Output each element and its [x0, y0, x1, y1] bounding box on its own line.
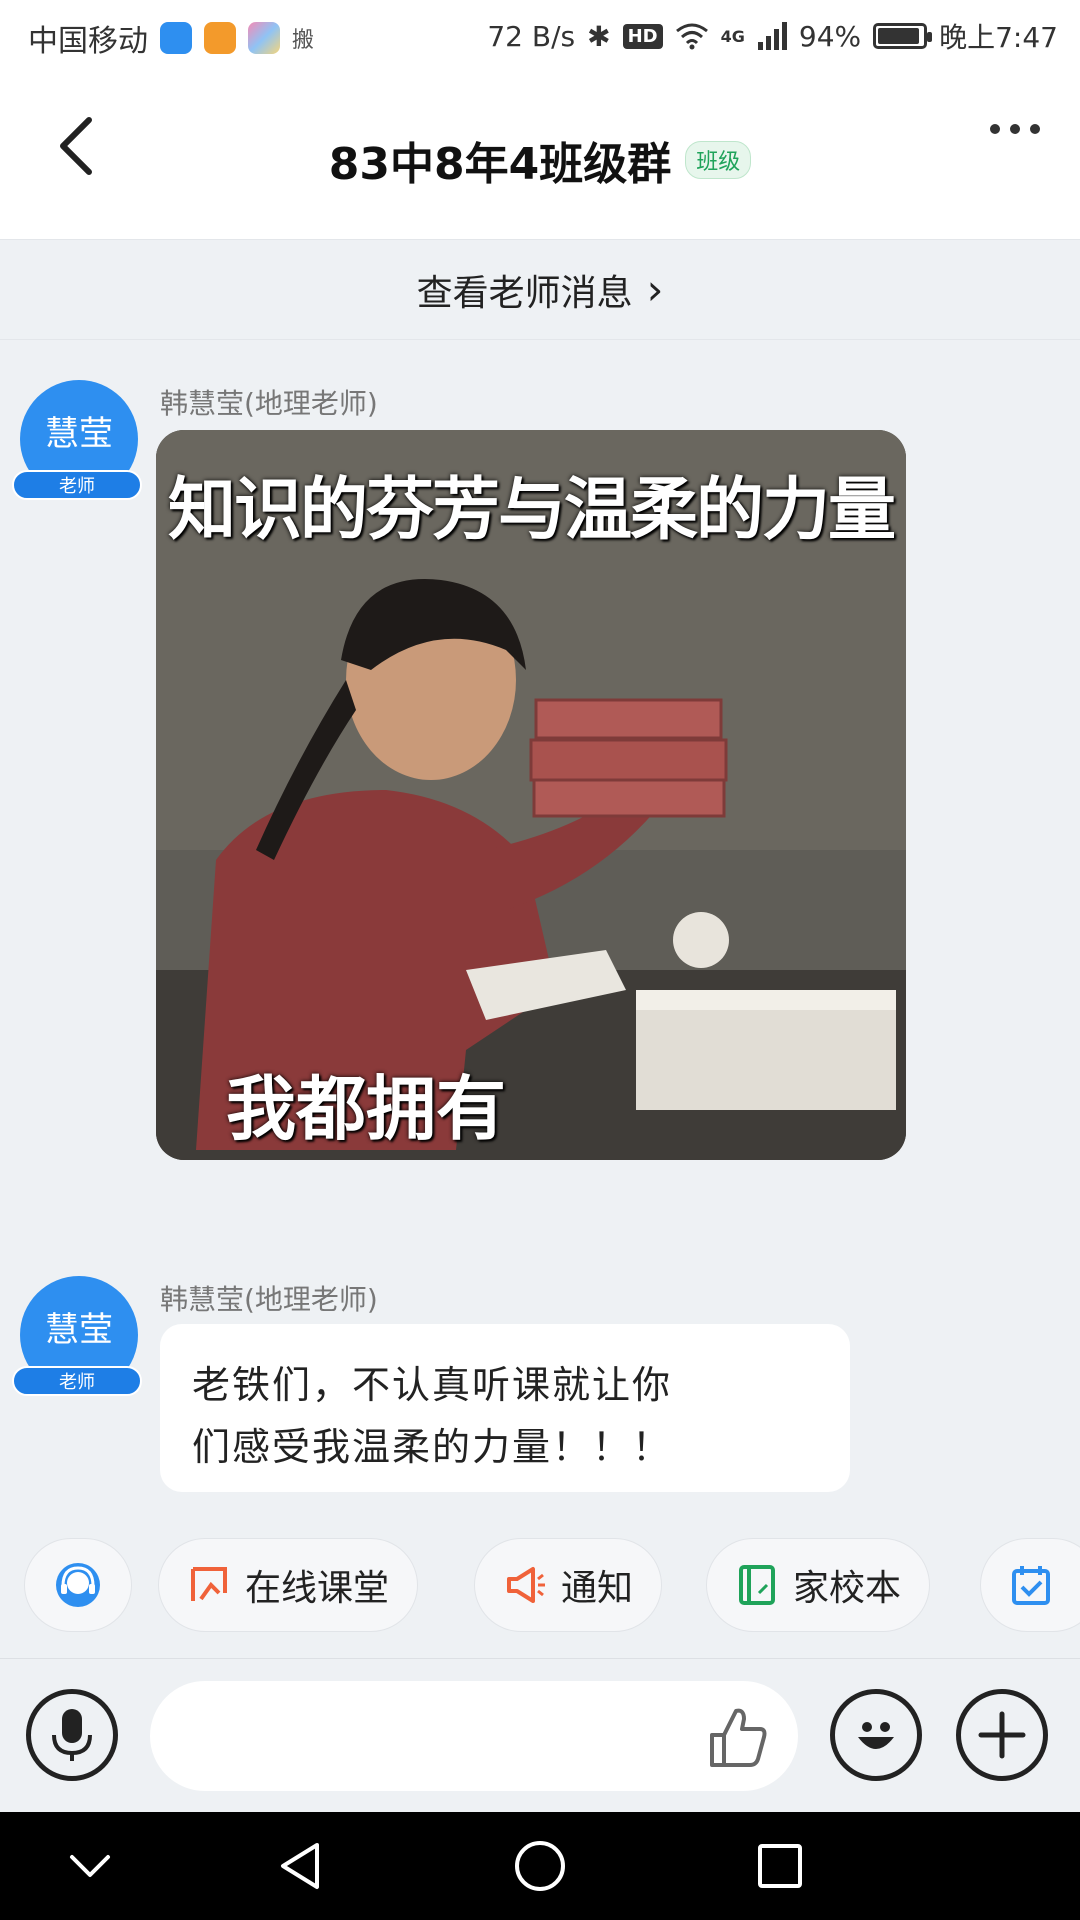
megaphone-icon: [507, 1567, 545, 1603]
message-image: 慧莹 老师 韩慧莹(地理老师) 知识的芬芳与温柔的力量 我都拥有: [0, 380, 1080, 1180]
square-recents-icon: [758, 1844, 802, 1888]
quick-action-label: 在线课堂: [245, 1568, 390, 1609]
calendar-icon: [1012, 1566, 1050, 1605]
system-nav-bar: [0, 1812, 1080, 1920]
triangle-back-icon: [281, 1843, 319, 1889]
nav-home-button[interactable]: [508, 1834, 572, 1898]
add-more-button[interactable]: [956, 1689, 1048, 1781]
chat-header: 83中8年4班级群 班级: [0, 76, 1080, 240]
sender-name: 韩慧莹(地理老师): [160, 1283, 378, 1316]
notebook-icon: [739, 1565, 775, 1605]
carrier-label: 中国移动: [28, 24, 148, 59]
hd-icon: HD: [622, 23, 663, 49]
dot-icon: [990, 124, 1000, 134]
flower-app-icon: [248, 22, 280, 54]
customer-service-button[interactable]: [24, 1538, 132, 1632]
network-type: 4G: [720, 26, 745, 46]
circle-home-icon: [515, 1841, 565, 1891]
avatar[interactable]: 慧莹 老师: [12, 1276, 142, 1398]
smiley-icon: [858, 1722, 894, 1749]
dot-icon: [1010, 124, 1020, 134]
sender-name: 韩慧莹(地理老师): [160, 387, 378, 420]
microphone-icon: [52, 1709, 92, 1761]
chevron-right-icon: ›: [646, 265, 664, 314]
message-text: 慧莹 老师 韩慧莹(地理老师) 老铁们，不认真听课就让你 们感受我温柔的力量！！…: [0, 1276, 1080, 1516]
view-teacher-messages-link[interactable]: 查看老师消息 ›: [0, 240, 1080, 340]
meme-top-caption: 知识的芬芳与温柔的力量: [167, 471, 896, 550]
quick-action-label: 家校本: [793, 1568, 902, 1609]
nav-back-button[interactable]: [268, 1834, 332, 1898]
message-input[interactable]: [180, 1701, 720, 1771]
network-speed: 72 B/s: [487, 19, 576, 53]
clock: 晚上7:47: [939, 21, 1058, 54]
battery-percent: 94%: [798, 19, 862, 53]
message-text-line: 们感受我温柔的力量！！！: [192, 1425, 673, 1469]
calendar-button[interactable]: [980, 1538, 1080, 1632]
quick-actions-bar: 在线课堂 通知 家校本: [0, 1538, 1080, 1634]
message-bubble[interactable]: 老铁们，不认真听课就让你 们感受我温柔的力量！！！: [160, 1324, 850, 1492]
online-class-icon: [191, 1567, 227, 1601]
emoji-button[interactable]: [830, 1689, 922, 1781]
chevron-down-icon: [70, 1855, 110, 1877]
notification-extra: 搬: [292, 28, 315, 53]
video-app-icon: [204, 22, 236, 54]
nav-recents-button[interactable]: [748, 1834, 812, 1898]
plus-icon: [978, 1711, 1026, 1759]
home-school-book-button[interactable]: 家校本: [706, 1538, 931, 1632]
more-options-button[interactable]: [990, 124, 1040, 134]
dot-icon: [1030, 124, 1040, 134]
input-bar: [0, 1658, 1080, 1812]
online-class-button[interactable]: 在线课堂: [158, 1538, 419, 1632]
wifi-icon: [675, 23, 708, 50]
avatar[interactable]: 慧莹 老师: [12, 380, 142, 502]
page-title: 83中8年4班级群: [328, 139, 672, 190]
battery-icon: [873, 23, 933, 49]
status-bar: 中国移动 搬 72 B/s ✱ HD 4G 94% 晚上7:47: [0, 0, 1080, 76]
teacher-role-badge: 老师: [12, 470, 142, 500]
bluetooth-icon: ✱: [587, 19, 611, 53]
class-tag-badge: 班级: [685, 141, 752, 179]
meme-bottom-caption: 我都拥有: [226, 1068, 506, 1150]
headset-icon: [56, 1563, 100, 1607]
message-input-wrapper: [150, 1681, 798, 1791]
notice-button[interactable]: 通知: [474, 1538, 663, 1632]
voice-button[interactable]: [26, 1689, 118, 1781]
battery-fill: [878, 28, 920, 44]
quick-action-label: 通知: [561, 1568, 634, 1609]
signal-icon: [757, 22, 787, 50]
message-text-line: 老铁们，不认真听课就让你: [192, 1363, 673, 1407]
teacher-link-label: 查看老师消息: [416, 272, 633, 314]
shield-app-icon: [160, 22, 192, 54]
hide-keyboard-button[interactable]: [58, 1834, 122, 1898]
teacher-role-badge: 老师: [12, 1366, 142, 1396]
thumbs-up-icon[interactable]: [702, 1701, 774, 1773]
meme-image[interactable]: 知识的芬芳与温柔的力量 我都拥有: [156, 430, 906, 1160]
